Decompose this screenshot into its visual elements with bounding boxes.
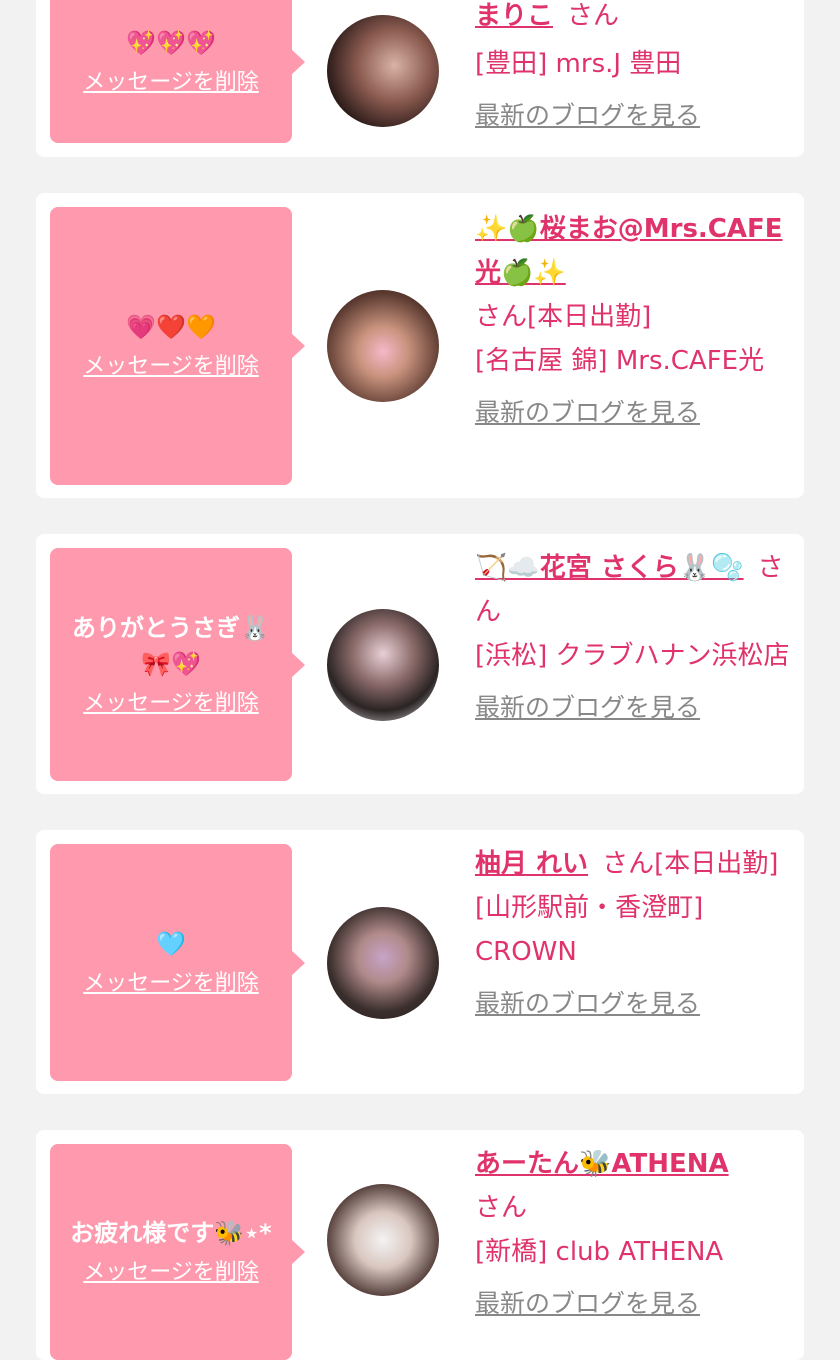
message-bubble: ありがとうさぎ🐰🎀💖 メッセージを削除 xyxy=(50,548,305,781)
message-card: 🩵 メッセージを削除 柚月 れい さん[本日出勤] [山形駅前・香澄町] CROW… xyxy=(36,830,804,1094)
shop-label: [名古屋 錦] Mrs.CAFE光 xyxy=(475,346,765,376)
message-card: 💗❤️🧡 メッセージを削除 ✨🍏桜まお@Mrs.CAFE光🍏✨ さん[本日出勤] … xyxy=(36,193,804,498)
profile-info: まりこ さん [豊田] mrs.J 豊田 最新のブログを見る xyxy=(475,0,795,136)
latest-blog-link[interactable]: 最新のブログを見る xyxy=(475,393,795,433)
shop-label: [浜松] クラブハナン浜松店 xyxy=(475,641,790,671)
avatar[interactable] xyxy=(327,1184,439,1296)
avatar[interactable] xyxy=(327,290,439,402)
message-bubble: 🩵 メッセージを削除 xyxy=(50,844,305,1081)
profile-info: 柚月 れい さん[本日出勤] [山形駅前・香澄町] CROWN 最新のブログを見る xyxy=(475,842,795,1024)
profile-info: あーたん🐝ATHENA さん [新橋] club ATHENA 最新のブログを見る xyxy=(475,1142,795,1324)
latest-blog-link[interactable]: 最新のブログを見る xyxy=(475,688,795,728)
profile-info: 🏹☁️花宮 さくら🐰🫧 さん [浜松] クラブハナン浜松店 最新のブログを見る xyxy=(475,546,795,728)
message-card: お疲れ様です🐝⋆* メッセージを削除 あーたん🐝ATHENA さん [新橋] cl… xyxy=(36,1130,804,1360)
delete-message-link[interactable]: メッセージを削除 xyxy=(83,968,259,1000)
profile-name-link[interactable]: 🏹☁️花宮 さくら🐰🫧 xyxy=(475,553,744,583)
message-text: 💗❤️🧡 xyxy=(126,313,216,341)
message-text: お疲れ様です🐝⋆* xyxy=(70,1219,272,1247)
profile-name-link[interactable]: まりこ xyxy=(475,1,553,31)
delete-message-link[interactable]: メッセージを削除 xyxy=(83,1257,259,1289)
attendance-status: [本日出勤] xyxy=(654,849,779,879)
message-text: 💖💖💖 xyxy=(126,28,216,57)
avatar[interactable] xyxy=(327,609,439,721)
profile-name-link[interactable]: あーたん🐝ATHENA xyxy=(475,1149,729,1179)
message-bubble: 💖💖💖 メッセージを削除 xyxy=(50,0,305,143)
avatar[interactable] xyxy=(327,15,439,127)
profile-name-link[interactable]: ✨🍏桜まお@Mrs.CAFE光🍏✨ xyxy=(475,214,783,288)
message-card: ありがとうさぎ🐰🎀💖 メッセージを削除 🏹☁️花宮 さくら🐰🫧 さん [浜松] ク… xyxy=(36,534,804,794)
avatar[interactable] xyxy=(327,907,439,1019)
honorific: さん xyxy=(567,1,620,31)
delete-message-link[interactable]: メッセージを削除 xyxy=(83,67,259,99)
delete-message-link[interactable]: メッセージを削除 xyxy=(83,351,259,383)
honorific: さん xyxy=(602,849,655,879)
latest-blog-link[interactable]: 最新のブログを見る xyxy=(475,984,795,1024)
profile-info: ✨🍏桜まお@Mrs.CAFE光🍏✨ さん[本日出勤] [名古屋 錦] Mrs.CA… xyxy=(475,207,795,433)
message-card: 💖💖💖 メッセージを削除 まりこ さん [豊田] mrs.J 豊田 最新のブログを… xyxy=(36,0,804,157)
message-bubble: 💗❤️🧡 メッセージを削除 xyxy=(50,207,305,485)
profile-name-link[interactable]: 柚月 れい xyxy=(475,849,588,879)
delete-message-link[interactable]: メッセージを削除 xyxy=(83,688,259,720)
attendance-status: [本日出勤] xyxy=(527,302,652,332)
message-text: 🩵 xyxy=(156,929,186,958)
latest-blog-link[interactable]: 最新のブログを見る xyxy=(475,96,795,136)
honorific: さん xyxy=(475,1193,528,1223)
shop-label: [山形駅前・香澄町] CROWN xyxy=(475,893,704,967)
shop-label: [新橋] club ATHENA xyxy=(475,1237,724,1267)
shop-label: [豊田] mrs.J 豊田 xyxy=(475,49,682,79)
latest-blog-link[interactable]: 最新のブログを見る xyxy=(475,1284,795,1324)
message-text: ありがとうさぎ🐰🎀💖 xyxy=(72,613,270,678)
honorific: さん xyxy=(475,302,528,332)
message-bubble: お疲れ様です🐝⋆* メッセージを削除 xyxy=(50,1144,305,1360)
